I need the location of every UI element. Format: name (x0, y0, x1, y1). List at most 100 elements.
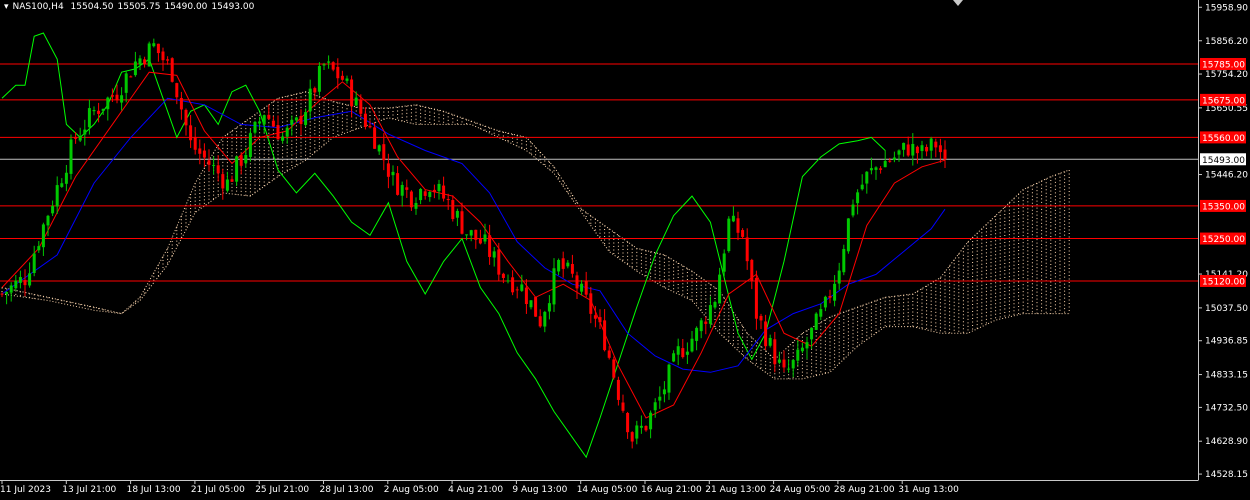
bull-candle (55, 185, 59, 207)
bull-candle (437, 183, 441, 192)
bull-candle (796, 349, 800, 361)
bear-candle (782, 359, 786, 368)
bull-candle (819, 309, 823, 317)
bull-candle (731, 215, 735, 222)
bear-candle (271, 120, 275, 127)
bear-candle (442, 185, 446, 199)
bull-candle (28, 273, 32, 286)
bear-candle (336, 66, 340, 79)
bull-candle (414, 202, 418, 209)
bull-candle (18, 277, 22, 283)
bear-candle (386, 163, 390, 177)
bull-candle (929, 138, 933, 151)
x-tick-label: 13 Jul 21:00 (62, 485, 116, 495)
bull-candle (699, 320, 703, 332)
bull-candle (874, 167, 878, 170)
bull-candle (787, 368, 791, 370)
senkou-span-b (1, 117, 1070, 380)
bull-candle (87, 108, 91, 128)
bull-candle (690, 338, 694, 352)
bull-candle (92, 110, 96, 112)
bull-candle (672, 353, 676, 362)
chart-window[interactable]: 15958.90 15856.20 15754.20 15650.55 15446.20… (0, 0, 1250, 500)
symbol-timeframe: NAS100,H4 (12, 2, 64, 12)
bull-candle (455, 210, 459, 218)
x-tick-label: 11 Jul 2023 (0, 485, 51, 495)
bear-candle (179, 98, 183, 110)
bear-candle (501, 273, 505, 278)
level-price-label: 15560.00 (1202, 134, 1245, 144)
bull-candle (860, 184, 864, 190)
level-price-label: 15120.00 (1202, 277, 1245, 287)
bull-candle (547, 303, 551, 312)
bear-candle (561, 258, 565, 269)
bear-candle (267, 114, 271, 119)
x-tick-label: 14 Aug 05:00 (577, 485, 638, 495)
bear-candle (460, 211, 464, 234)
bull-candle (695, 327, 699, 341)
price-chart[interactable]: 15958.9015856.2015754.2015650.5515446.20… (0, 0, 1250, 500)
bull-candle (465, 234, 469, 236)
bear-candle (115, 94, 119, 101)
bull-candle (327, 61, 331, 63)
bull-candle (566, 262, 570, 267)
bear-candle (704, 321, 708, 324)
bear-candle (74, 137, 78, 139)
bear-candle (616, 379, 620, 400)
bull-candle (897, 150, 901, 155)
bear-candle (129, 76, 133, 78)
bear-candle (276, 125, 280, 140)
bear-candle (488, 235, 492, 257)
bear-candle (202, 150, 206, 158)
bear-candle (511, 277, 515, 293)
bear-candle (368, 125, 372, 128)
ichimoku-cloud (1, 91, 1070, 380)
level-price-label: 15250.00 (1202, 235, 1245, 245)
y-tick-label: 15037.50 (1205, 304, 1248, 314)
bear-candle (828, 296, 832, 298)
bear-candle (156, 43, 160, 54)
bull-candle (902, 142, 906, 150)
bull-candle (768, 337, 772, 346)
bear-candle (534, 297, 538, 317)
x-tick-label: 21 Aug 13:00 (705, 485, 766, 495)
bear-candle (593, 315, 597, 319)
y-tick-label: 15856.20 (1205, 37, 1248, 47)
bear-candle (906, 144, 910, 156)
bull-candle (101, 108, 105, 111)
bear-candle (630, 432, 634, 442)
bull-candle (649, 412, 653, 430)
bear-candle (745, 237, 749, 262)
bear-candle (451, 200, 455, 219)
bull-candle (317, 65, 321, 92)
chikou-span-line (1, 32, 886, 459)
bull-candle (290, 119, 294, 125)
dropdown-triangle-icon[interactable]: ▾ (4, 2, 9, 12)
kijun-sen-line (1, 97, 946, 373)
level-price-label: 15350.00 (1202, 202, 1245, 212)
bull-candle (823, 296, 827, 308)
bear-candle (938, 145, 942, 153)
y-tick-label: 15958.90 (1205, 3, 1248, 13)
bear-candle (626, 412, 630, 433)
bear-candle (359, 99, 363, 114)
bear-candle (110, 95, 114, 97)
bear-candle (409, 191, 413, 208)
bull-candle (83, 129, 87, 135)
bull-candle (814, 313, 818, 330)
bull-candle (837, 270, 841, 284)
senkou-span-a (1, 91, 1070, 360)
bull-candle (41, 224, 45, 248)
bear-candle (925, 146, 929, 152)
bull-candle (322, 64, 326, 66)
bull-candle (147, 43, 151, 67)
bear-candle (570, 263, 574, 274)
bull-candle (529, 300, 533, 308)
bear-candle (161, 51, 165, 61)
bull-candle (304, 112, 308, 125)
bear-candle (750, 259, 754, 281)
bear-candle (759, 315, 763, 321)
bull-candle (345, 78, 349, 81)
low-price: 15490.00 (164, 2, 208, 12)
bear-candle (764, 321, 768, 347)
